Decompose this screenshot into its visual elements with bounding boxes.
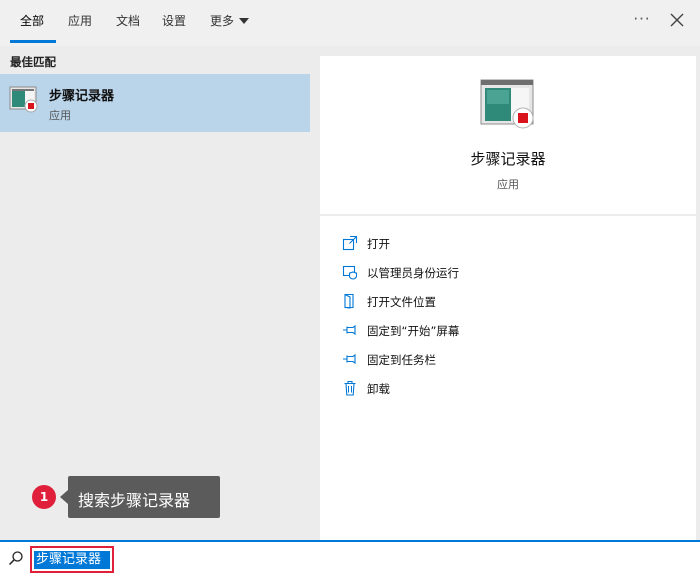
action-pin-to-start-label: 固定到“开始”屏幕 bbox=[367, 324, 460, 338]
pin-icon bbox=[343, 324, 356, 336]
search-bar: 步骤记录器 bbox=[0, 540, 700, 575]
close-icon bbox=[670, 13, 684, 27]
action-uninstall-label: 卸载 bbox=[367, 382, 390, 396]
steps-recorder-app-icon bbox=[9, 86, 38, 113]
tab-apps[interactable]: 应用 bbox=[68, 0, 92, 46]
results-panel: 最佳匹配 步骤记录器 应用 bbox=[0, 46, 318, 540]
more-options-button[interactable]: ··· bbox=[632, 10, 652, 30]
file-location-icon bbox=[344, 293, 354, 309]
chevron-down-icon bbox=[239, 17, 250, 24]
open-icon bbox=[342, 235, 358, 251]
action-open-file-location[interactable]: 打开文件位置 bbox=[340, 290, 680, 314]
action-open[interactable]: 打开 bbox=[340, 232, 680, 256]
search-input[interactable]: 步骤记录器 bbox=[34, 551, 110, 569]
step-number-badge: 1 bbox=[32, 485, 56, 509]
step-callout: 搜索步骤记录器 bbox=[68, 476, 220, 518]
top-tab-bar: 全部 应用 文档 设置 更多 ··· bbox=[0, 0, 700, 46]
app-actions-list: 打开 以管理员身份运行 打开文件位置 固定到“开始”屏幕 固定到任务栏 卸载 bbox=[320, 216, 696, 540]
best-match-subtitle: 应用 bbox=[49, 109, 71, 122]
search-highlight-box: 步骤记录器 bbox=[30, 546, 114, 573]
action-pin-to-taskbar-label: 固定到任务栏 bbox=[367, 353, 436, 367]
tab-settings[interactable]: 设置 bbox=[162, 0, 186, 46]
pin-icon bbox=[343, 353, 356, 365]
action-run-as-admin-label: 以管理员身份运行 bbox=[367, 266, 459, 280]
trash-icon bbox=[344, 380, 356, 396]
tab-more-label: 更多 bbox=[210, 14, 235, 28]
best-match-title: 步骤记录器 bbox=[49, 89, 115, 104]
action-run-as-admin[interactable]: 以管理员身份运行 bbox=[340, 261, 680, 285]
close-button[interactable] bbox=[668, 11, 686, 29]
best-match-result[interactable]: 步骤记录器 应用 bbox=[0, 74, 310, 132]
action-pin-to-start[interactable]: 固定到“开始”屏幕 bbox=[340, 319, 680, 343]
best-match-heading: 最佳匹配 bbox=[10, 55, 56, 69]
tab-more[interactable]: 更多 bbox=[210, 0, 250, 46]
callout-pointer bbox=[60, 490, 68, 504]
active-tab-indicator bbox=[10, 40, 56, 43]
action-open-label: 打开 bbox=[367, 237, 390, 251]
action-open-file-location-label: 打开文件位置 bbox=[367, 295, 436, 309]
search-icon bbox=[8, 551, 23, 566]
action-uninstall[interactable]: 卸载 bbox=[340, 377, 680, 401]
tab-documents[interactable]: 文档 bbox=[116, 0, 140, 46]
app-detail-title: 步骤记录器 bbox=[470, 150, 546, 168]
shield-run-admin-icon bbox=[342, 265, 358, 280]
app-detail-subtitle: 应用 bbox=[497, 178, 519, 191]
steps-recorder-large-icon bbox=[480, 79, 534, 129]
app-detail-header: 步骤记录器 应用 bbox=[320, 56, 696, 214]
step-callout-text: 搜索步骤记录器 bbox=[78, 491, 191, 510]
action-pin-to-taskbar[interactable]: 固定到任务栏 bbox=[340, 348, 680, 372]
